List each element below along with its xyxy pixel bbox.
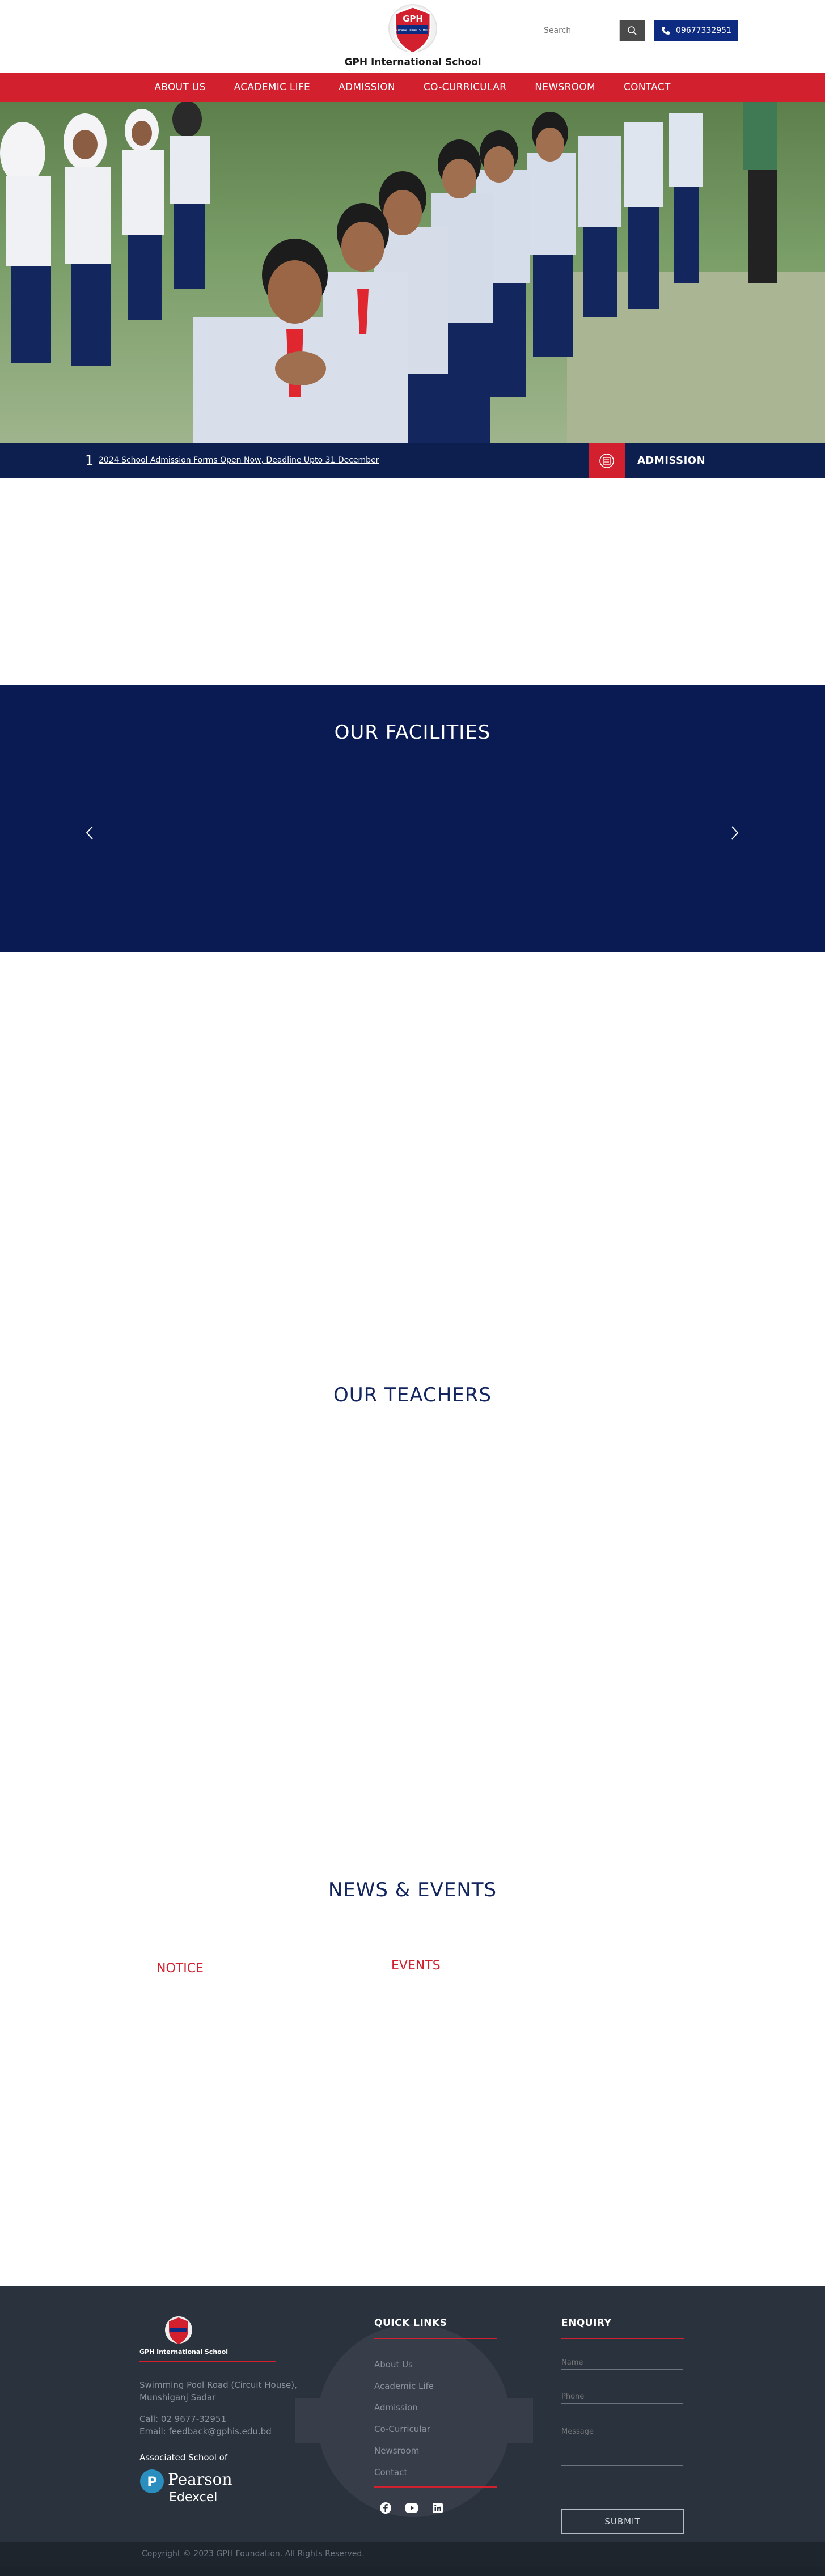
- svg-text:P: P: [147, 2474, 157, 2490]
- page: GPH INTERNATIONAL SCHOOL GPH Internation…: [0, 0, 825, 2576]
- facebook-link[interactable]: [379, 2501, 392, 2515]
- footer-school-name: GPH International School: [139, 2348, 229, 2355]
- footer-address-line2: Munshiganj Sadar: [139, 2392, 216, 2403]
- pearson-icon: P: [140, 2469, 164, 2493]
- facilities-title: OUR FACILITIES: [334, 721, 491, 744]
- phone-icon: [662, 27, 670, 35]
- quick-link-co-curricular[interactable]: Co-Curricular: [374, 2424, 430, 2434]
- quick-link-newsroom[interactable]: Newsroom: [374, 2446, 419, 2456]
- footer-divider-1: [139, 2361, 276, 2362]
- nav-item-admission[interactable]: ADMISSION: [324, 82, 409, 93]
- footer-watermark-crest-icon: [295, 2324, 533, 2517]
- enquiry-submit-button[interactable]: SUBMIT: [561, 2509, 684, 2534]
- search-button[interactable]: [620, 20, 645, 41]
- nav-item-about-us[interactable]: ABOUT US: [140, 82, 219, 93]
- quick-link-admission[interactable]: Admission: [374, 2403, 418, 2413]
- quick-link-academic-life[interactable]: Academic Life: [374, 2381, 434, 2391]
- quick-links-bottom-divider: [374, 2486, 497, 2488]
- tab-events[interactable]: EVENTS: [391, 1959, 441, 1973]
- copyright-strip: [0, 2542, 825, 2567]
- enquiry-name-input[interactable]: [561, 2356, 683, 2370]
- phone-number: 09677332951: [676, 26, 731, 35]
- enquiry-message-input[interactable]: [561, 2424, 683, 2466]
- footer-call[interactable]: Call: 02 9677-32951: [139, 2413, 226, 2425]
- footer-email[interactable]: Email: feedback@gphis.edu.bd: [139, 2425, 272, 2438]
- admission-button-icon[interactable]: [589, 443, 625, 478]
- pearson-edexcel-logo[interactable]: P Pearson Edexcel: [139, 2469, 232, 2505]
- nav-item-academic-life[interactable]: ACADEMIC LIFE: [220, 82, 325, 93]
- ticker-index: 1: [85, 452, 94, 468]
- linkedin-icon: [433, 2503, 443, 2513]
- quick-link-about-us[interactable]: About Us: [374, 2359, 413, 2370]
- linkedin-link[interactable]: [431, 2501, 445, 2515]
- chevron-right-icon: [731, 826, 739, 840]
- copyright-text: Copyright © 2023 GPH Foundation. All Rig…: [142, 2549, 365, 2558]
- quick-link-contact[interactable]: Contact: [374, 2467, 407, 2477]
- enquiry-divider: [561, 2338, 684, 2339]
- admission-icon: [599, 454, 614, 468]
- teachers-title: OUR TEACHERS: [333, 1384, 492, 1406]
- news-events-title: NEWS & EVENTS: [328, 1879, 497, 1901]
- phone-button[interactable]: 09677332951: [654, 20, 738, 41]
- students-assembly-photo: [0, 102, 825, 443]
- school-name: GPH International School: [344, 57, 481, 68]
- nav-item-newsroom[interactable]: NEWSROOM: [521, 82, 610, 93]
- facilities-next-button[interactable]: [724, 821, 746, 844]
- chevron-left-icon: [86, 826, 93, 840]
- admission-link[interactable]: ADMISSION: [637, 455, 705, 467]
- footer-associated-label: Associated School of: [139, 2452, 228, 2463]
- logo-badge-text: GPH: [403, 14, 423, 24]
- enquiry-phone-input[interactable]: [561, 2390, 683, 2404]
- tab-notice[interactable]: NOTICE: [156, 1961, 204, 1976]
- hero-banner-image: [0, 102, 825, 443]
- nav-item-contact[interactable]: CONTACT: [610, 82, 685, 93]
- main-nav: ABOUT US ACADEMIC LIFE ADMISSION CO-CURR…: [0, 73, 825, 102]
- footer-address-line1: Swimming Pool Road (Circuit House),: [139, 2380, 297, 2390]
- pearson-text: Pearson: [168, 2470, 232, 2489]
- footer-crest-icon[interactable]: [159, 2315, 198, 2347]
- youtube-link[interactable]: [405, 2501, 418, 2515]
- school-crest-icon: GPH INTERNATIONAL SCHOOL: [388, 4, 437, 54]
- edexcel-text: Edexcel: [169, 2490, 218, 2505]
- youtube-icon: [405, 2503, 418, 2513]
- ticker-link[interactable]: 2024 School Admission Forms Open Now, De…: [99, 456, 379, 465]
- facebook-icon: [380, 2502, 391, 2514]
- facilities-prev-button[interactable]: [78, 821, 101, 844]
- search-icon: [628, 26, 637, 35]
- quick-links-title: QUICK LINKS: [374, 2317, 447, 2329]
- nav-item-co-curricular[interactable]: CO-CURRICULAR: [409, 82, 521, 93]
- search-input[interactable]: [538, 20, 620, 41]
- logo[interactable]: GPH INTERNATIONAL SCHOOL GPH Internation…: [339, 0, 486, 70]
- site-header: GPH INTERNATIONAL SCHOOL GPH Internation…: [0, 0, 825, 73]
- quick-links-divider: [374, 2338, 497, 2339]
- enquiry-title: ENQUIRY: [561, 2317, 612, 2329]
- logo-badge-sub: INTERNATIONAL SCHOOL: [394, 29, 431, 32]
- copyright-bar: [0, 2567, 825, 2576]
